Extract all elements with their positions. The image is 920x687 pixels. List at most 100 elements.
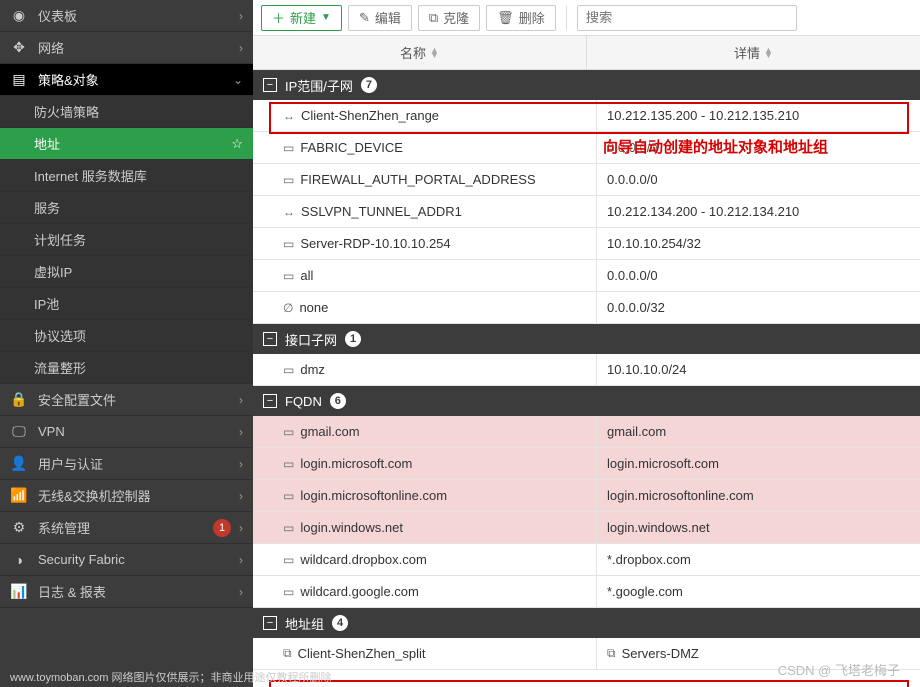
collapse-icon: − — [263, 78, 277, 92]
chevron-icon: ⌄ — [233, 73, 243, 87]
collapse-icon: − — [263, 394, 277, 408]
highlight-box — [269, 680, 909, 687]
group-count-badge: 1 — [345, 331, 361, 347]
table-row[interactable]: ▭Server-RDP-10.10.10.25410.10.10.254/32 — [253, 228, 920, 260]
sidebar-item-1[interactable]: ✥网络› — [0, 32, 253, 64]
sidebar-label: 虚拟IP — [34, 262, 243, 281]
sidebar-item-12[interactable]: 🔒安全配置文件› — [0, 384, 253, 416]
group-header[interactable]: −地址组4 — [253, 608, 920, 638]
table-row[interactable]: ▭wildcard.google.com *.google.com — [253, 576, 920, 608]
search-input[interactable] — [577, 5, 797, 31]
sidebar-item-11[interactable]: 流量整形 — [0, 352, 253, 384]
cell-name-text: FIREWALL_AUTH_PORTAL_ADDRESS — [300, 172, 535, 187]
chevron-icon: › — [239, 553, 243, 567]
chevron-icon: › — [239, 585, 243, 599]
cell-detail-text: Servers-DMZ — [622, 646, 699, 661]
edit-button[interactable]: ✎ 编辑 — [348, 5, 412, 31]
sidebar-label: 流量整形 — [34, 358, 243, 377]
cell-detail-text: *.google.com — [607, 584, 683, 599]
delete-button[interactable]: 🗑 删除 — [486, 5, 556, 31]
table-row[interactable]: ∅ none 0.0.0.0/32 — [253, 292, 920, 324]
address-type-icon: ∅ — [283, 301, 293, 315]
table-row[interactable]: ▭all0.0.0.0/0 — [253, 260, 920, 292]
new-button-label: 新建 — [290, 8, 316, 27]
sidebar-item-3[interactable]: 防火墙策略 — [0, 96, 253, 128]
table-row[interactable]: ▭FIREWALL_AUTH_PORTAL_ADDRESS0.0.0.0/0 — [253, 164, 920, 196]
sidebar-icon: 👤 — [10, 455, 28, 472]
sidebar-item-9[interactable]: IP池 — [0, 288, 253, 320]
toolbar-separator — [566, 6, 567, 30]
cell-detail-text: 10.212.135.200 - 10.212.135.210 — [607, 108, 799, 123]
cell-name: ▭wildcard.dropbox.com — [253, 544, 597, 575]
table-header: 名称 ▲▼ 详情 ▲▼ — [253, 36, 920, 70]
cell-detail-text: *.dropbox.com — [607, 552, 691, 567]
sidebar-item-2[interactable]: ▤策略&对象⌄ — [0, 64, 253, 96]
sidebar: ◉仪表板›✥网络›▤策略&对象⌄防火墙策略地址☆Internet 服务数据库服务… — [0, 0, 253, 687]
cell-name-text: login.microsoft.com — [300, 456, 412, 471]
chevron-icon: › — [239, 425, 243, 439]
sidebar-label: 计划任务 — [34, 230, 243, 249]
new-button[interactable]: ＋ 新建 ▼ — [261, 5, 342, 31]
sidebar-item-16[interactable]: ⚙系统管理1› — [0, 512, 253, 544]
chevron-icon: › — [239, 9, 243, 23]
sidebar-item-13[interactable]: 🖵VPN› — [0, 416, 253, 448]
sidebar-item-18[interactable]: 📊日志 & 报表› — [0, 576, 253, 608]
cell-name-text: SSLVPN_TUNNEL_ADDR1 — [301, 204, 462, 219]
group-header[interactable]: −FQDN6 — [253, 386, 920, 416]
sidebar-item-8[interactable]: 虚拟IP — [0, 256, 253, 288]
cell-name-text: none — [299, 300, 328, 315]
address-type-icon: ▭ — [283, 585, 294, 599]
cell-name: ▭wildcard.google.com — [253, 576, 597, 607]
main-panel: ＋ 新建 ▼ ✎ 编辑 ⧉ 克隆 🗑 删除 名称 ▲▼ 详情 ▲▼ −IP范围/… — [253, 0, 920, 687]
table-row[interactable]: ↔Client-ShenZhen_range10.212.135.200 - 1… — [253, 100, 920, 132]
table-row[interactable]: ▭gmail.comgmail.com — [253, 416, 920, 448]
column-name[interactable]: 名称 ▲▼ — [253, 36, 587, 69]
chevron-icon: › — [239, 489, 243, 503]
address-type-icon: ▭ — [283, 489, 294, 503]
sidebar-item-14[interactable]: 👤 用户与认证› — [0, 448, 253, 480]
group-header[interactable]: −IP范围/子网7 — [253, 70, 920, 100]
cell-detail-text: 0.0.0.0/0 — [607, 172, 658, 187]
group-title: FQDN — [285, 394, 322, 409]
group-title: 接口子网 — [285, 330, 337, 349]
address-type-icon: ↔ — [283, 109, 295, 123]
chevron-icon: › — [239, 457, 243, 471]
cell-name-text: all — [300, 268, 313, 283]
cell-detail: login.microsoftonline.com — [597, 480, 920, 511]
sidebar-item-10[interactable]: 协议选项 — [0, 320, 253, 352]
sidebar-icon: 🔒 — [10, 391, 28, 408]
sidebar-label: VPN — [38, 424, 239, 439]
sort-icon: ▲▼ — [430, 48, 439, 58]
cell-name-text: gmail.com — [300, 424, 359, 439]
table-body: −IP范围/子网7↔Client-ShenZhen_range10.212.13… — [253, 70, 920, 687]
watermark-footer: www.toymoban.com 网络图片仅供展示；非商业用途仅教程所删除 — [10, 669, 331, 685]
table-row[interactable]: ▭dmz10.10.10.0/24 — [253, 354, 920, 386]
cell-detail-text: 0.0.0.0/32 — [607, 300, 665, 315]
table-row[interactable]: ↔SSLVPN_TUNNEL_ADDR110.212.134.200 - 10.… — [253, 196, 920, 228]
table-row[interactable]: ▭login.microsoftonline.comlogin.microsof… — [253, 480, 920, 512]
sidebar-item-4[interactable]: 地址☆ — [0, 128, 253, 160]
cell-name-text: FABRIC_DEVICE — [300, 140, 403, 155]
sidebar-label: 用户与认证 — [38, 454, 239, 473]
table-row[interactable]: ▭login.microsoft.comlogin.microsoft.com — [253, 448, 920, 480]
address-type-icon: ▭ — [283, 457, 294, 471]
sidebar-item-7[interactable]: 计划任务 — [0, 224, 253, 256]
sidebar-item-5[interactable]: Internet 服务数据库 — [0, 160, 253, 192]
sidebar-item-0[interactable]: ◉仪表板› — [0, 0, 253, 32]
group-header[interactable]: −接口子网1 — [253, 324, 920, 354]
sidebar-icon: ✥ — [10, 39, 28, 56]
sidebar-item-17[interactable]: ◑Security Fabric› — [0, 544, 253, 576]
table-row[interactable]: ▭login.windows.netlogin.windows.net — [253, 512, 920, 544]
column-detail[interactable]: 详情 ▲▼ — [587, 36, 920, 69]
collapse-icon: − — [263, 616, 277, 630]
cell-detail: 0.0.0.0/32 — [597, 292, 920, 323]
group-title: IP范围/子网 — [285, 76, 353, 95]
sidebar-item-6[interactable]: 服务 — [0, 192, 253, 224]
sidebar-label: IP池 — [34, 294, 243, 313]
sidebar-item-15[interactable]: 📶无线&交换机控制器› — [0, 480, 253, 512]
clone-button[interactable]: ⧉ 克隆 — [418, 5, 480, 31]
watermark: CSDN @ 飞塔老梅子 — [778, 660, 900, 679]
table-row[interactable]: ▭wildcard.dropbox.com *.dropbox.com — [253, 544, 920, 576]
cell-detail: *.dropbox.com — [597, 544, 920, 575]
cell-name-text: login.windows.net — [300, 520, 403, 535]
